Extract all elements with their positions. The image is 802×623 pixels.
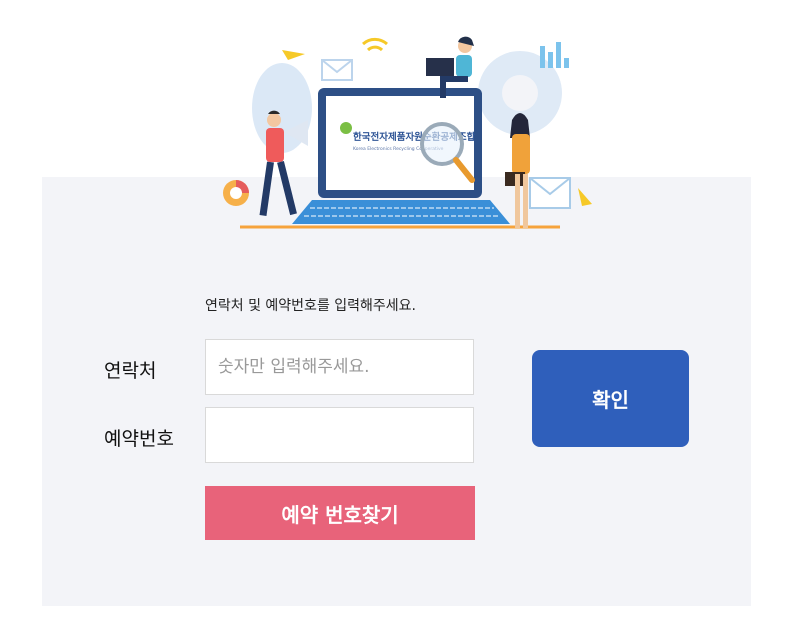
reservation-number-label: 예약번호 — [104, 428, 174, 450]
laptop-keyboard — [292, 200, 510, 224]
paper-plane-icon — [282, 50, 305, 60]
logo-mark — [340, 122, 352, 134]
find-reservation-number-button[interactable]: 예약 번호찾기 — [205, 486, 475, 540]
confirm-button[interactable]: 확인 — [532, 350, 689, 447]
phone-input[interactable] — [205, 339, 474, 395]
instruction-text: 연락처 및 예약번호를 입력해주세요. — [205, 298, 416, 314]
hero-illustration: 한국전자제품자원순환공제조합 Korea Electronics Recycli… — [223, 36, 592, 229]
phone-label: 연락처 — [104, 360, 157, 382]
person-man — [267, 113, 281, 127]
reservation-number-input[interactable] — [205, 407, 474, 463]
